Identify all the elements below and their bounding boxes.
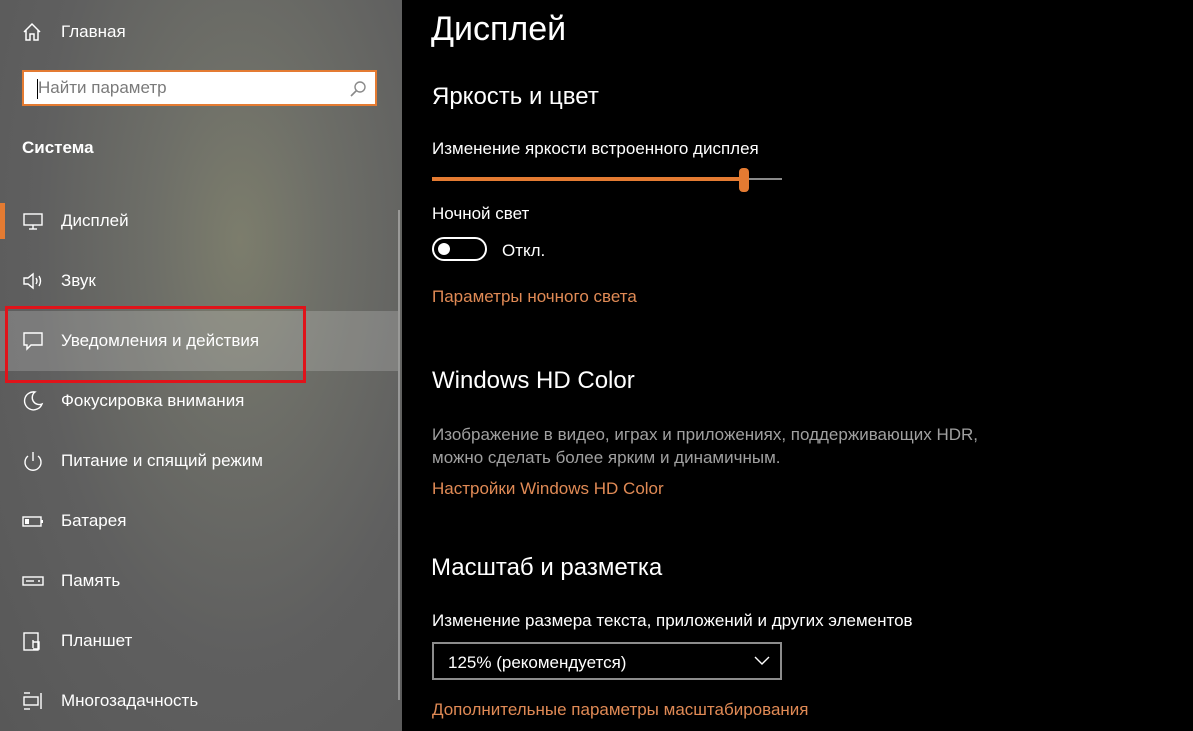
scale-dropdown-value: 125% (рекомендуется) <box>448 653 627 672</box>
hd-color-heading: Windows HD Color <box>432 367 635 394</box>
sidebar-item-label: Батарея <box>61 511 127 530</box>
battery-icon <box>22 516 43 527</box>
page-title: Дисплей <box>431 10 567 48</box>
sidebar-item-label: Дисплей <box>61 211 129 230</box>
sidebar-scrollbar[interactable] <box>398 210 400 700</box>
search-box[interactable] <box>22 70 377 106</box>
scale-label: Изменение размера текста, приложений и д… <box>432 611 913 630</box>
sidebar-item-label: Фокусировка внимания <box>61 391 245 410</box>
sidebar-item-storage[interactable]: Память <box>0 551 398 611</box>
search-input[interactable] <box>38 72 338 104</box>
sidebar-item-power[interactable]: Питание и спящий режим <box>0 431 398 491</box>
brightness-slider-label: Изменение яркости встроенного дисплея <box>432 139 759 158</box>
section-title: Система <box>22 138 94 157</box>
tablet-icon <box>23 632 40 651</box>
night-light-settings-link[interactable]: Параметры ночного света <box>432 287 637 307</box>
sidebar-item-label: Планшет <box>61 631 133 650</box>
sidebar-item-battery[interactable]: Батарея <box>0 491 398 551</box>
search-icon[interactable] <box>349 80 367 98</box>
chevron-down-icon <box>754 656 770 665</box>
slider-thumb[interactable] <box>738 168 749 192</box>
speaker-icon <box>23 272 42 290</box>
sidebar-item-sound[interactable]: Звук <box>0 251 398 311</box>
monitor-icon <box>23 213 43 230</box>
sidebar-item-display[interactable]: Дисплей <box>0 191 398 251</box>
scale-dropdown[interactable]: 125% (рекомендуется) <box>432 642 782 680</box>
sidebar-item-label: Память <box>61 571 121 590</box>
settings-sidebar: Главная Система Дисплей Звук Уведом <box>0 0 402 731</box>
sidebar-item-multitasking[interactable]: Многозадачность <box>0 671 398 731</box>
sidebar-item-label: Уведомления и действия <box>61 331 260 350</box>
advanced-scaling-link[interactable]: Дополнительные параметры масштабирования <box>432 700 808 720</box>
hd-color-settings-link[interactable]: Настройки Windows HD Color <box>432 479 664 499</box>
notification-icon <box>23 332 43 351</box>
night-light-toggle[interactable] <box>432 237 487 261</box>
brightness-heading: Яркость и цвет <box>432 83 599 110</box>
storage-icon <box>22 576 44 586</box>
scale-heading: Масштаб и разметка <box>431 554 663 581</box>
sidebar-item-label: Звук <box>61 271 96 290</box>
brightness-slider[interactable] <box>432 168 782 192</box>
sidebar-item-notifications[interactable]: Уведомления и действия <box>0 311 398 371</box>
night-light-label: Ночной свет <box>432 204 530 223</box>
sidebar-item-label: Многозадачность <box>61 691 199 710</box>
home-button[interactable]: Главная <box>0 12 402 52</box>
multitasking-icon <box>23 692 42 710</box>
home-icon <box>23 22 41 41</box>
sidebar-item-tablet[interactable]: Планшет <box>0 611 398 671</box>
hd-color-description: Изображение в видео, играх и приложениях… <box>432 425 979 467</box>
home-label: Главная <box>61 22 126 41</box>
toggle-knob <box>438 243 450 255</box>
slider-fill <box>432 177 744 181</box>
night-light-state: Откл. <box>502 241 546 260</box>
power-icon <box>24 452 42 471</box>
settings-content: Дисплей Яркость и цвет Изменение яркости… <box>402 0 1193 731</box>
moon-icon <box>23 391 44 411</box>
sidebar-item-label: Питание и спящий режим <box>61 451 263 470</box>
sidebar-item-focus-assist[interactable]: Фокусировка внимания <box>0 371 398 431</box>
